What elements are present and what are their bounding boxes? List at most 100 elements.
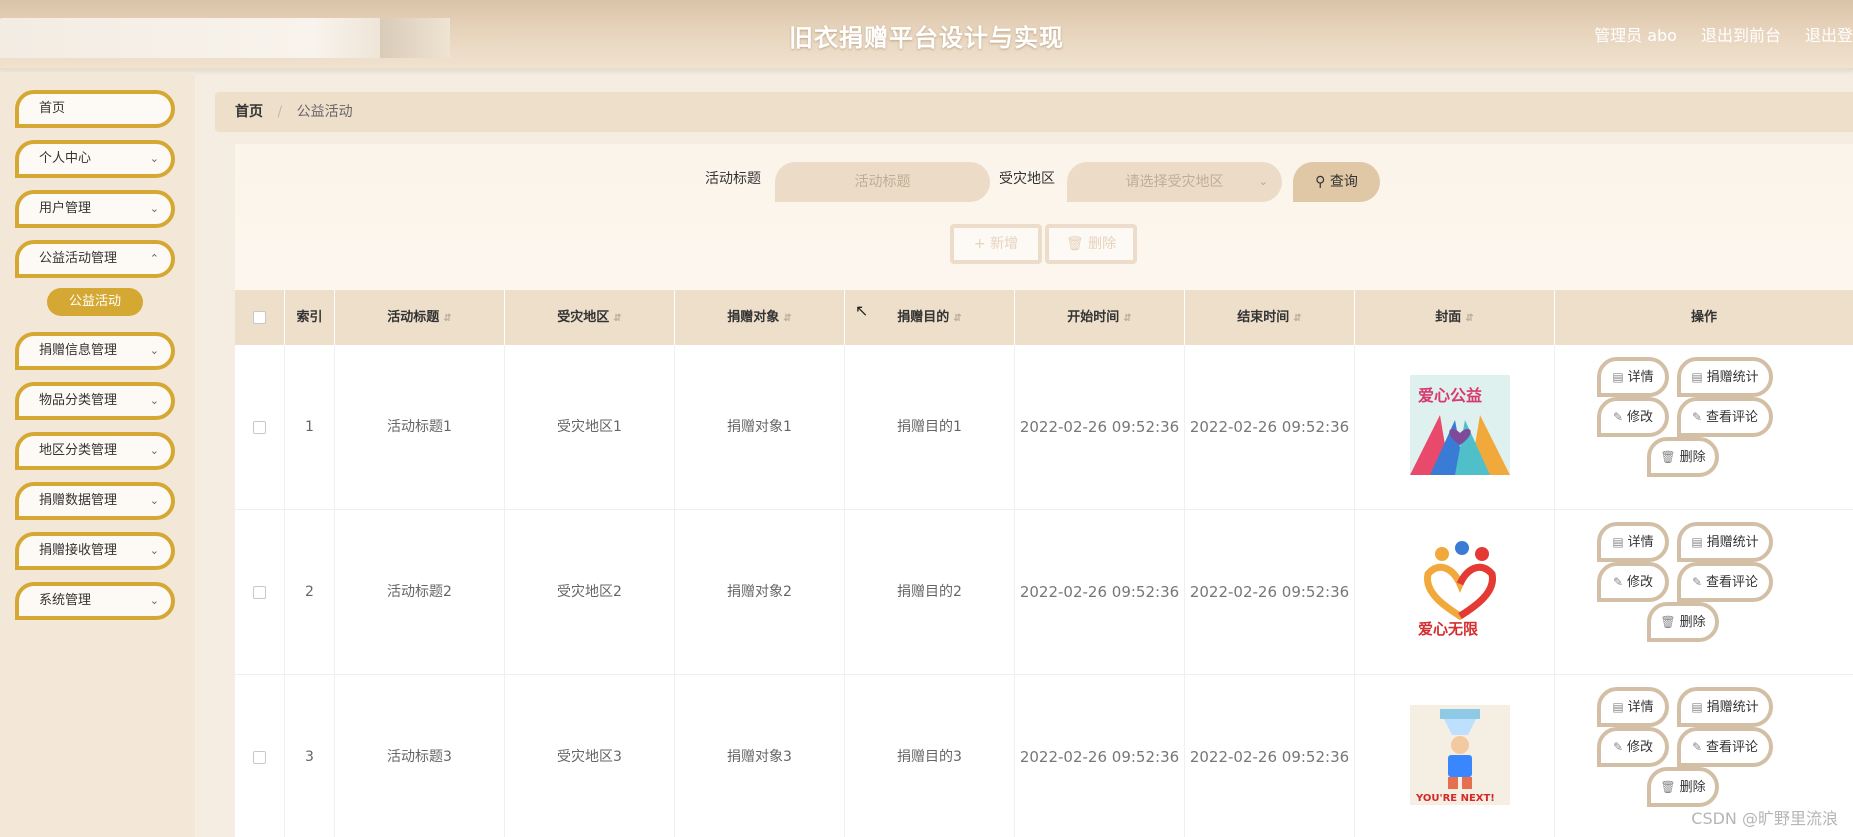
sidebar-item-label: 个人中心 [39, 151, 92, 166]
cell-index: 2 [285, 510, 335, 675]
sidebar-item-personal-center[interactable]: 个人中心 ⌄ [15, 140, 175, 178]
delete-button[interactable]: 🗑 删除 [1647, 767, 1719, 807]
sidebar-item-home[interactable]: 首页 [15, 90, 175, 128]
sidebar-item-label: 公益活动管理 [39, 251, 118, 266]
sidebar-item-label: 首页 [39, 101, 66, 116]
row-select-cell [235, 675, 285, 837]
cover-text: 爱心无限 [1418, 620, 1478, 638]
chevron-down-icon: ⌄ [149, 594, 159, 607]
sidebar-item-item-category-management[interactable]: 物品分类管理 ⌄ [15, 382, 175, 420]
stats-button[interactable]: ▤ 捐赠统计 [1677, 687, 1773, 727]
batch-delete-button[interactable]: 🗑 删除 [1045, 224, 1137, 264]
comments-label: 查看评论 [1706, 575, 1759, 590]
plus-icon: + [973, 236, 986, 252]
header-region[interactable]: 受灾地区 ⇵ [505, 290, 675, 345]
header-index-label: 索引 [296, 310, 323, 325]
edit-button[interactable]: ✎ 修改 [1597, 397, 1669, 437]
sort-icon[interactable]: ⇵ [953, 313, 961, 324]
delete-button[interactable]: 🗑 删除 [1647, 437, 1719, 477]
cover-image[interactable]: 爱心公益 [1410, 375, 1510, 475]
header-start-time[interactable]: 开始时间 ⇵ [1015, 290, 1185, 345]
detail-button[interactable]: ▤ 详情 [1597, 357, 1669, 397]
sidebar-item-charity-activity-management[interactable]: 公益活动管理 ⌃ [15, 240, 175, 278]
detail-label: 详情 [1627, 535, 1654, 550]
cover-image[interactable]: 爱心无限 [1410, 540, 1510, 640]
sort-icon[interactable]: ⇵ [1123, 313, 1131, 324]
sidebar-item-user-management[interactable]: 用户管理 ⌄ [15, 190, 175, 228]
search-icon: ⚲ [1315, 174, 1326, 190]
table-row: 3 活动标题3 受灾地区3 捐赠对象3 捐赠目的3 2022-02-26 09:… [235, 675, 1853, 837]
sidebar-item-system-management[interactable]: 系统管理 ⌄ [15, 582, 175, 620]
edit-label: 修改 [1627, 410, 1654, 425]
table-header: 索引 活动标题 ⇵ 受灾地区 ⇵ 捐赠对象 ⇵ 捐赠目的 ⇵ 开始时间 ⇵ 结束时间 ⇵ 封… [235, 290, 1853, 345]
cell-end-time: 2022-02-26 09:52:36 [1185, 675, 1355, 837]
header-end-time[interactable]: 结束时间 ⇵ [1185, 290, 1355, 345]
row-checkbox[interactable] [253, 586, 266, 599]
sidebar-item-label: 捐赠信息管理 [39, 343, 118, 358]
sidebar-item-label: 捐赠接收管理 [39, 543, 118, 558]
comments-label: 查看评论 [1706, 410, 1759, 425]
document-icon: ▤ [1691, 535, 1703, 549]
detail-button[interactable]: ▤ 详情 [1597, 687, 1669, 727]
breadcrumb-current: 公益活动 [296, 104, 353, 120]
sort-icon[interactable]: ⇵ [783, 313, 791, 324]
table-row: 2 活动标题2 受灾地区2 捐赠对象2 捐赠目的2 2022-02-26 09:… [235, 510, 1853, 675]
query-button[interactable]: ⚲ 查询 [1293, 162, 1380, 202]
cell-index: 1 [285, 345, 335, 510]
header-cover-label: 封面 [1435, 310, 1462, 325]
cell-title: 活动标题2 [335, 510, 505, 675]
title-search-label: 活动标题 [705, 171, 761, 187]
document-icon: ▤ [1612, 700, 1624, 714]
sort-icon[interactable]: ⇵ [1465, 313, 1473, 324]
sort-icon[interactable]: ⇵ [443, 313, 451, 324]
comments-label: 查看评论 [1706, 740, 1759, 755]
header-title[interactable]: 活动标题 ⇵ [335, 290, 505, 345]
edit-button[interactable]: ✎ 修改 [1597, 727, 1669, 767]
breadcrumb-separator: / [277, 104, 283, 120]
header-select-all-cell [235, 290, 285, 345]
header-cover[interactable]: 封面 ⇵ [1355, 290, 1555, 345]
sort-icon[interactable]: ⇵ [613, 313, 621, 324]
header-target[interactable]: 捐赠对象 ⇵ [675, 290, 845, 345]
sidebar: 首页 个人中心 ⌄ 用户管理 ⌄ 公益活动管理 ⌃ 公益活动 捐赠信息管理 ⌄ … [0, 72, 195, 837]
select-all-checkbox[interactable] [253, 311, 266, 324]
header-purpose[interactable]: 捐赠目的 ⇵ [845, 290, 1015, 345]
header-title-label: 活动标题 [387, 310, 440, 325]
edit-label: 修改 [1627, 575, 1654, 590]
breadcrumb-home[interactable]: 首页 [235, 104, 263, 120]
chevron-down-icon: ⌄ [149, 394, 159, 407]
delete-button[interactable]: 🗑 删除 [1647, 602, 1719, 642]
header-end-label: 结束时间 [1237, 310, 1290, 325]
table-row: 1 活动标题1 受灾地区1 捐赠对象1 捐赠目的1 2022-02-26 09:… [235, 345, 1853, 510]
sidebar-item-donation-receipt-management[interactable]: 捐赠接收管理 ⌄ [15, 532, 175, 570]
cell-index: 3 [285, 675, 335, 837]
sidebar-item-donation-data-management[interactable]: 捐赠数据管理 ⌄ [15, 482, 175, 520]
header-region-label: 受灾地区 [557, 310, 610, 325]
add-button[interactable]: + 新增 [950, 224, 1042, 264]
cell-end-time: 2022-02-26 09:52:36 [1185, 510, 1355, 675]
row-checkbox[interactable] [253, 751, 266, 764]
to-front-link[interactable]: 退出到前台 [1701, 22, 1781, 46]
comments-button[interactable]: ✎ 查看评论 [1677, 397, 1773, 437]
stats-button[interactable]: ▤ 捐赠统计 [1677, 522, 1773, 562]
cell-start-time: 2022-02-26 09:52:36 [1015, 675, 1185, 837]
edit-button[interactable]: ✎ 修改 [1597, 562, 1669, 602]
chevron-up-icon: ⌃ [149, 252, 159, 265]
comments-button[interactable]: ✎ 查看评论 [1677, 562, 1773, 602]
row-checkbox[interactable] [253, 421, 266, 434]
cover-image[interactable]: YOU'RE NEXT! [1410, 705, 1510, 805]
detail-button[interactable]: ▤ 详情 [1597, 522, 1669, 562]
mouse-cursor-icon: ↖ [855, 301, 869, 320]
cell-target: 捐赠对象2 [675, 510, 845, 675]
header-operations: 操作 [1555, 290, 1853, 345]
title-search-input[interactable]: 活动标题 [775, 162, 990, 202]
sidebar-subitem-charity-activity[interactable]: 公益活动 [47, 288, 143, 316]
sidebar-item-region-category-management[interactable]: 地区分类管理 ⌄ [15, 432, 175, 470]
sidebar-item-donation-info-management[interactable]: 捐赠信息管理 ⌄ [15, 332, 175, 370]
trash-icon: 🗑 [1660, 615, 1676, 629]
logout-link[interactable]: 退出登 [1805, 22, 1853, 46]
region-select[interactable]: 请选择受灾地区 ⌄ [1067, 162, 1282, 202]
comments-button[interactable]: ✎ 查看评论 [1677, 727, 1773, 767]
stats-button[interactable]: ▤ 捐赠统计 [1677, 357, 1773, 397]
sort-icon[interactable]: ⇵ [1293, 313, 1301, 324]
